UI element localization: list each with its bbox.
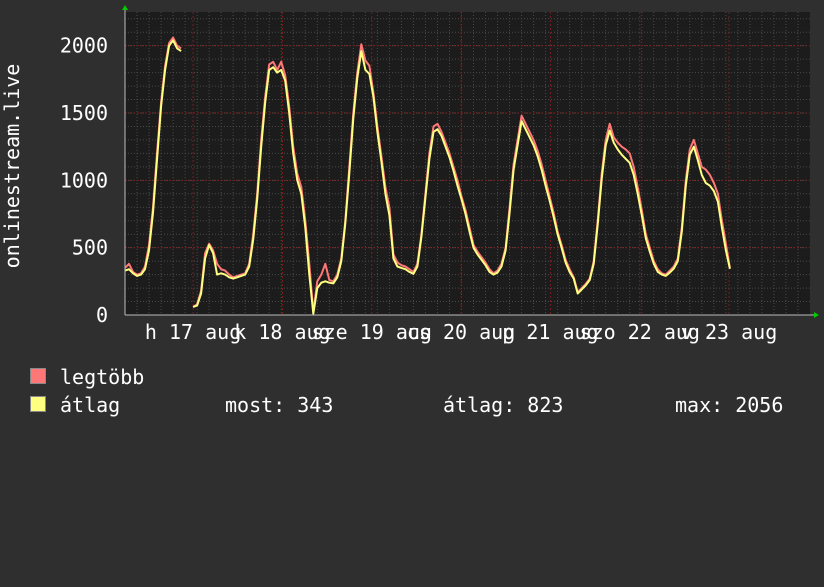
line-chart: 0500100015002000h 17 augk 18 augsze 19 a… <box>0 5 819 344</box>
plot-area <box>125 12 810 315</box>
x-tick-label: h 17 aug <box>145 320 241 344</box>
stat-max: max: 2056 <box>675 393 784 417</box>
legend-swatch-avg <box>30 396 46 412</box>
legend-item-avg: átlag most: 343 átlag: 823 max: 2056 <box>30 391 783 419</box>
x-tick-label: cs 20 aug <box>407 320 515 344</box>
stat-average: átlag: 823 <box>443 393 564 417</box>
x-tick-label: v 23 aug <box>681 320 777 344</box>
y-tick-label: 0 <box>96 303 108 327</box>
y-axis-arrow-icon <box>122 5 128 10</box>
y-tick-label: 500 <box>72 236 108 260</box>
x-axis-arrow-icon <box>814 312 819 318</box>
legend-label-max: legtöbb <box>60 365 145 389</box>
legend: legtöbb átlag most: 343 átlag: 823 max: … <box>30 363 783 419</box>
y-axis-label: onlinestream.live <box>0 64 24 269</box>
legend-label-avg: átlag <box>60 393 121 417</box>
stat-now: most: 343 <box>225 393 334 417</box>
legend-item-max: legtöbb <box>30 363 144 391</box>
legend-swatch-max <box>30 368 46 384</box>
y-tick-label: 1500 <box>60 101 108 125</box>
y-tick-label: 2000 <box>60 34 108 58</box>
y-tick-label: 1000 <box>60 168 108 192</box>
